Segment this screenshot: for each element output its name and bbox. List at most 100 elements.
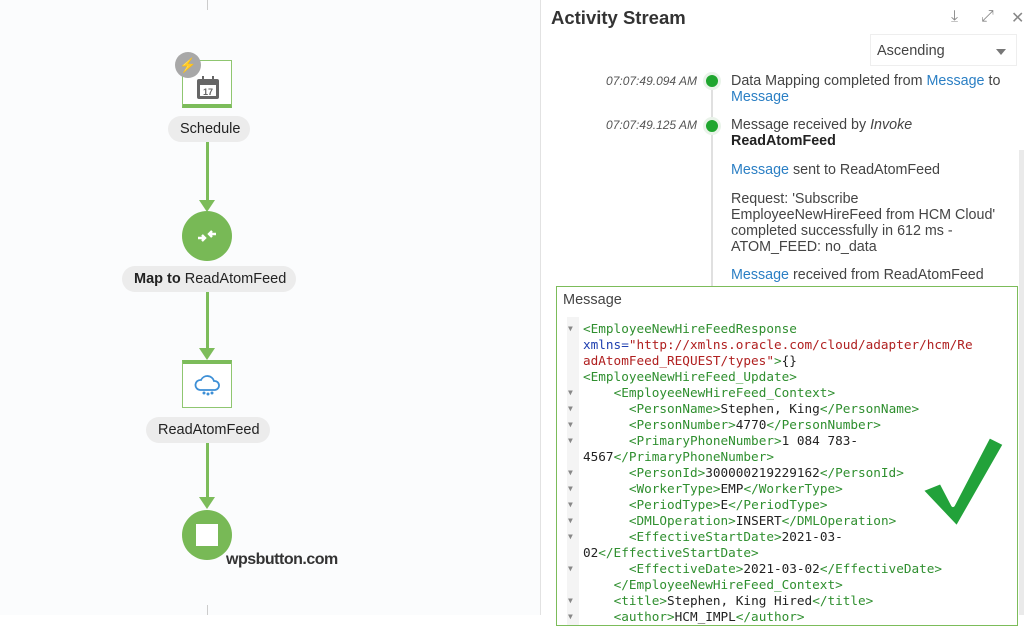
xml-tag: </author> [735, 609, 805, 624]
xml-txt [583, 513, 629, 528]
fold-toggle-icon[interactable]: ▼ [568, 401, 573, 417]
readatomfeed-label[interactable]: ReadAtomFeed [146, 417, 270, 443]
fold-toggle-icon[interactable]: ▼ [568, 417, 573, 433]
code-line: ▼ <PersonName>Stephen, King</PersonName> [557, 401, 973, 417]
code-line: ▼ <PeriodType>E</PeriodType> [557, 497, 973, 513]
panel-title: Activity Stream [551, 7, 686, 28]
xml-txt [583, 433, 629, 448]
code-line: 02</EffectiveStartDate> [557, 545, 973, 561]
event-time: 07:07:49.094 AM [606, 74, 697, 88]
xml-txt: {} [781, 353, 797, 368]
xml-txt: 300000219229162 [705, 465, 820, 480]
fold-toggle-icon[interactable]: ▼ [568, 465, 573, 481]
xml-tag: <EmployeeNewHireFeed_Update> [583, 369, 797, 384]
xml-tag: </EffectiveDate> [819, 561, 943, 576]
xml-tag: </PersonName> [819, 401, 920, 416]
fold-toggle-icon[interactable]: ▼ [568, 609, 573, 625]
xml-txt [583, 577, 614, 592]
xml-tag: </PrimaryPhoneNumber> [613, 449, 774, 464]
arrow-icon [199, 348, 215, 360]
sort-order-select[interactable]: Ascending [870, 34, 1017, 66]
schedule-label[interactable]: Schedule [168, 116, 250, 142]
xml-val: adAtomFeed_REQUEST/types" [583, 353, 774, 368]
xml-txt [583, 417, 629, 432]
readatomfeed-node[interactable] [182, 360, 232, 408]
xml-txt [583, 401, 629, 416]
stop-icon [196, 524, 218, 546]
fold-toggle-icon[interactable]: ▼ [568, 513, 573, 529]
watermark: wpsbutton.com [226, 551, 338, 568]
cloud-atom-icon [194, 375, 220, 396]
event-text: received from ReadAtomFeed [789, 267, 984, 283]
event-bold: ReadAtomFeed [731, 133, 836, 149]
integration-canvas[interactable]: 17 ⚡ Schedule Map to ReadAtomFeed ReadAt… [0, 0, 540, 615]
status-dot [703, 117, 721, 135]
xml-txt: 1 084 783- [781, 433, 859, 448]
xml-tag: </EffectiveStartDate> [598, 545, 759, 560]
code-line: <EmployeeNewHireFeed_Update> [557, 369, 973, 385]
xml-attr: xmlns= [583, 337, 629, 352]
xml-txt: 4770 [735, 417, 767, 432]
code-line: ▼ <EmployeeNewHireFeed_Context> [557, 385, 973, 401]
message-title: Message [563, 292, 622, 308]
message-link[interactable]: Message [731, 267, 789, 283]
event-entry: Data Mapping completed from Message to Me… [731, 73, 1011, 105]
connector [206, 443, 209, 500]
xml-txt [583, 481, 629, 496]
xml-txt [583, 561, 629, 576]
message-link[interactable]: Message [731, 162, 789, 178]
scrollbar[interactable] [1019, 150, 1024, 615]
close-icon[interactable]: ✕ [1011, 8, 1024, 28]
code-line: ▼ <PrimaryPhoneNumber>1 084 783- [557, 433, 973, 449]
event-text: Data Mapping completed from [731, 73, 927, 89]
download-icon[interactable]: ⤓ [951, 8, 958, 26]
code-line: adAtomFeed_REQUEST/types">{} [557, 353, 973, 369]
xml-tag: <author> [613, 609, 675, 624]
code-line: ▼ <author>HCM_IMPL</author> [557, 609, 973, 625]
code-line: ▼ <DMLOperation>INSERT</DMLOperation> [557, 513, 973, 529]
xml-txt [583, 609, 614, 624]
fold-toggle-icon[interactable]: ▼ [568, 593, 573, 609]
xml-txt [583, 497, 629, 512]
fold-toggle-icon[interactable]: ▼ [568, 481, 573, 497]
connector-bottom [207, 605, 208, 615]
fold-toggle-icon[interactable]: ▼ [568, 321, 573, 337]
end-node[interactable] [182, 510, 232, 560]
code-line: xmlns="http://xmlns.oracle.com/cloud/ada… [557, 337, 973, 353]
chevron-down-icon [996, 49, 1006, 55]
xml-txt: Stephen, King Hired [667, 593, 813, 608]
connector [206, 142, 209, 202]
xml-txt: 2021-03-02 [743, 561, 820, 576]
code-line: ▼ <EffectiveDate>2021-03-02</EffectiveDa… [557, 561, 973, 577]
xml-tag: <PeriodType> [628, 497, 721, 512]
map-label-target: ReadAtomFeed [184, 271, 287, 287]
xml-tag: </DMLOperation> [781, 513, 897, 528]
code-line: ▼ <EmployeeNewHireFeedResponse [557, 321, 973, 337]
xml-txt [583, 529, 629, 544]
message-link[interactable]: Message [731, 89, 789, 105]
fold-toggle-icon[interactable]: ▼ [568, 561, 573, 577]
message-link[interactable]: Message [927, 73, 985, 89]
lightning-icon: ⚡ [175, 52, 201, 78]
xml-code-viewer[interactable]: ▼ <EmployeeNewHireFeedResponse xmlns="http… [557, 321, 973, 625]
fold-toggle-icon[interactable]: ▼ [568, 385, 573, 401]
fold-toggle-icon[interactable]: ▼ [568, 497, 573, 513]
xml-tag: <PrimaryPhoneNumber> [628, 433, 782, 448]
event-time: 07:07:49.125 AM [606, 118, 697, 132]
event-entry: Message received by Invoke ReadAtomFeed [731, 117, 1011, 149]
xml-tag: </title> [812, 593, 874, 608]
code-line: ▼ <EffectiveStartDate>2021-03- [557, 529, 973, 545]
map-node[interactable] [182, 211, 232, 261]
xml-tag: <WorkerType> [628, 481, 721, 496]
map-label[interactable]: Map to ReadAtomFeed [122, 266, 296, 292]
event-text: to [984, 73, 1001, 89]
code-line: ▼ <WorkerType>EMP</WorkerType> [557, 481, 973, 497]
svg-text:17: 17 [203, 87, 213, 97]
xml-tag: </PersonNumber> [766, 417, 881, 432]
expand-icon[interactable]: ⤢ [981, 8, 994, 26]
xml-txt [583, 385, 614, 400]
fold-toggle-icon[interactable]: ▼ [568, 433, 573, 449]
xml-txt: E [720, 497, 729, 512]
xml-txt: EMP [720, 481, 744, 496]
fold-toggle-icon[interactable]: ▼ [568, 529, 573, 545]
